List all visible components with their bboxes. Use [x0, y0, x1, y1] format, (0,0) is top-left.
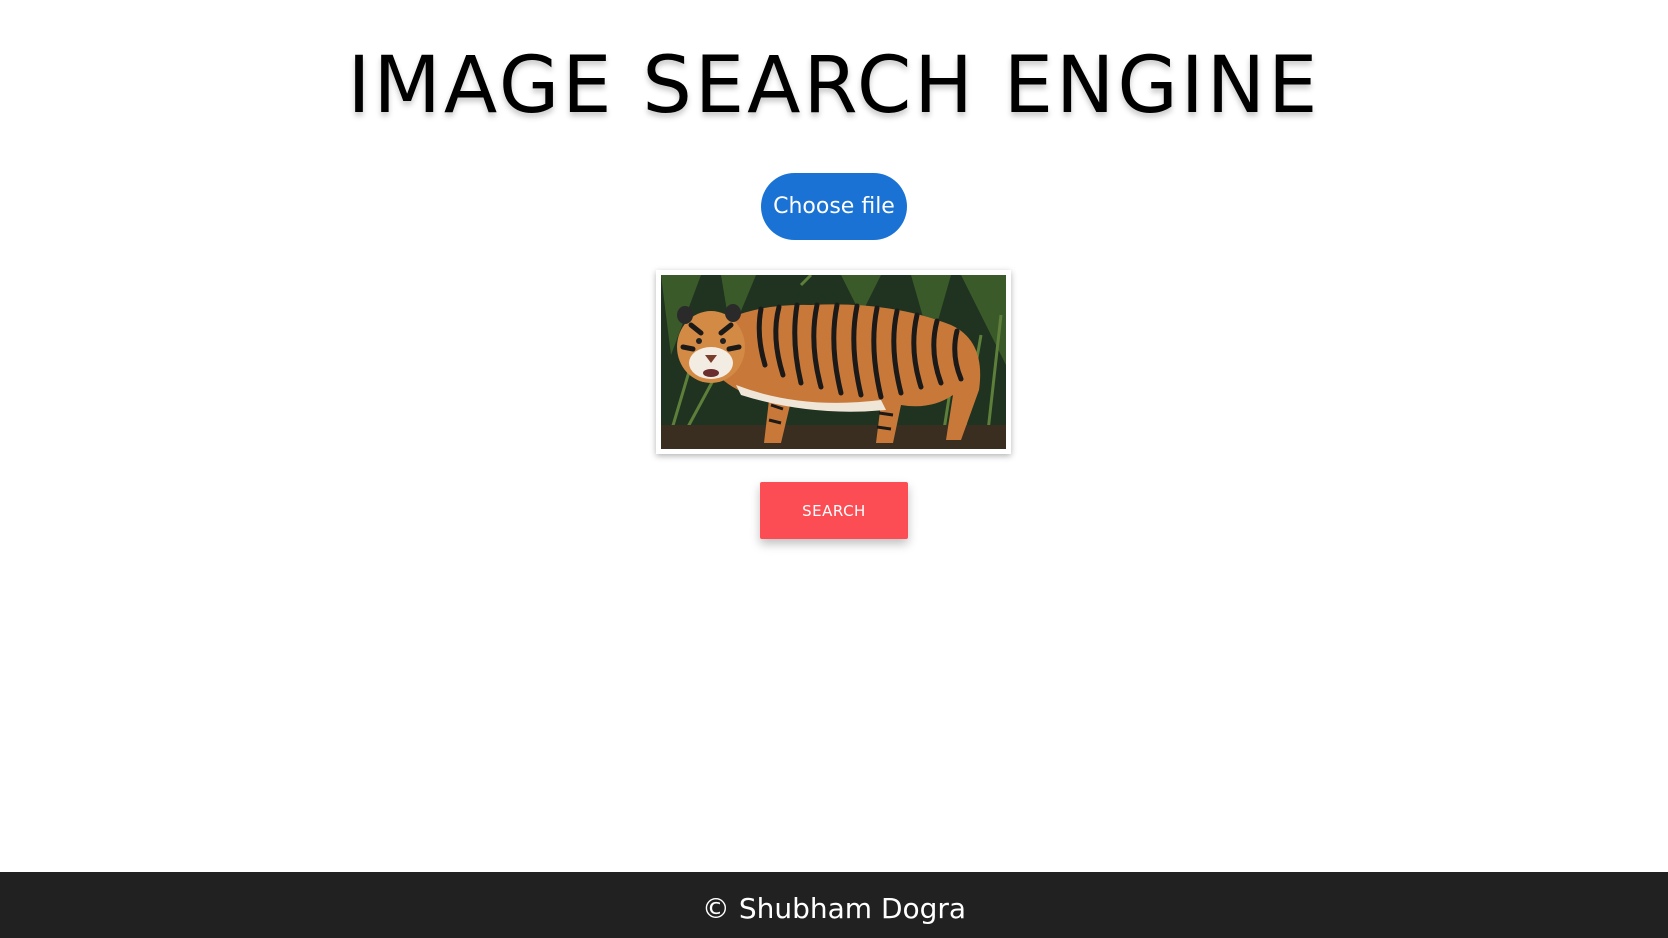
footer: © Shubham Dogra [0, 872, 1668, 938]
image-preview [656, 270, 1011, 454]
page-title: IMAGE SEARCH ENGINE [347, 41, 1321, 131]
tiger-image [661, 275, 1006, 449]
page: IMAGE SEARCH ENGINE Choose file SEARCH ©… [0, 0, 1668, 938]
search-button[interactable]: SEARCH [760, 482, 908, 539]
footer-copyright: © Shubham Dogra [701, 892, 967, 925]
choose-file-button[interactable]: Choose file [761, 173, 907, 240]
